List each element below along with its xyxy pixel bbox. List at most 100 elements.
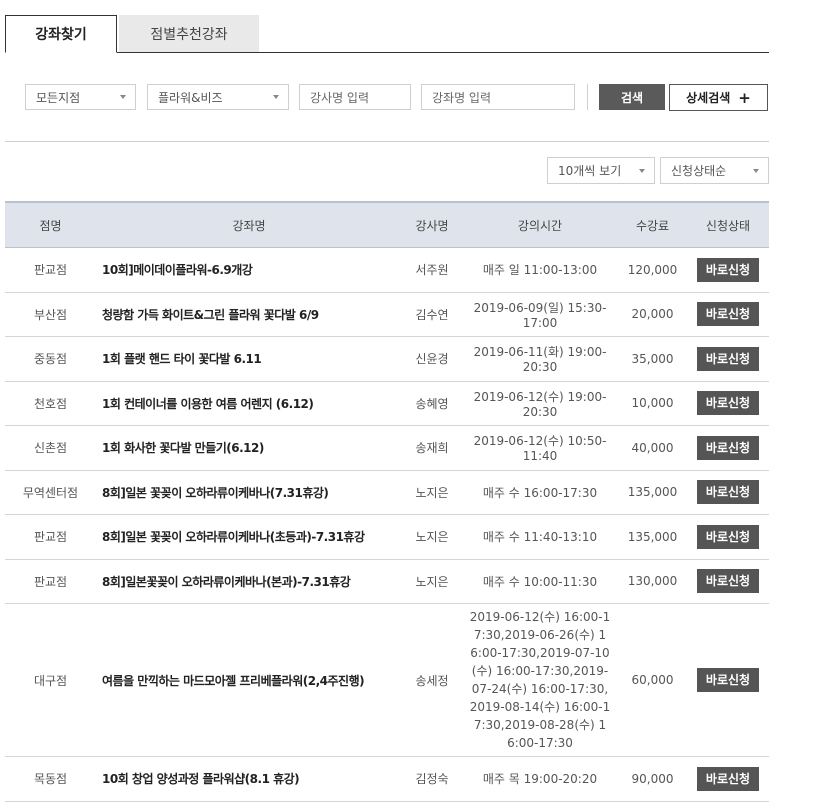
table-row: 판교점 8회]일본꽃꽂이 오하라류이케바나(본과)-7.31휴강 노지은 매주 … (5, 559, 769, 604)
course-table: 점명 강좌명 강사명 강의시간 수강료 신청상태 판교점 10회]메이데이플라워… (5, 201, 769, 802)
instructor-input-placeholder: 강사명 입력 (310, 90, 370, 105)
cell-fee: 90,000 (618, 756, 687, 802)
table-row: 신촌점 1회 화사한 꽃다발 만들기(6.12) 송재희 2019-06-12(… (5, 425, 769, 471)
tab-course-search[interactable]: 강좌찾기 (5, 15, 117, 53)
chevron-down-icon (273, 95, 279, 99)
course-title-link[interactable]: 8회]일본 꽃꽂이 오하라류이케바나(초등과)-7.31휴강 (96, 514, 402, 560)
cell-fee: 60,000 (618, 603, 687, 757)
course-input-placeholder: 강좌명 입력 (432, 90, 492, 105)
cell-fee: 120,000 (618, 247, 687, 293)
cell-fee: 130,000 (618, 559, 687, 604)
branch-select[interactable]: 모든지점 (25, 84, 136, 110)
cell-status: 바로신청 (687, 425, 769, 471)
cell-branch: 판교점 (5, 559, 96, 604)
chevron-down-icon (753, 169, 759, 173)
cell-instructor: 김정숙 (402, 756, 462, 802)
course-title-link[interactable]: 10회]메이데이플라워-6.9개강 (96, 247, 402, 293)
course-title-link[interactable]: 여름을 만끽하는 마드모아젤 프리베플라워(2,4주진행) (96, 603, 402, 757)
cell-time: 2019-06-11(화) 19:00-20:30 (462, 336, 618, 382)
chevron-down-icon (639, 169, 645, 173)
header-time: 강의시간 (462, 201, 618, 248)
cell-fee: 35,000 (618, 336, 687, 382)
cell-status: 바로신청 (687, 381, 769, 426)
search-button[interactable]: 검색 (599, 84, 665, 110)
cell-branch: 중동점 (5, 336, 96, 382)
course-title-link[interactable]: 8회]일본 꽃꽂이 오하라류이케바나(7.31휴강) (96, 470, 402, 515)
header-instructor: 강사명 (402, 201, 462, 248)
cell-fee: 135,000 (618, 470, 687, 515)
cell-branch: 판교점 (5, 247, 96, 293)
cell-status: 바로신청 (687, 514, 769, 560)
cell-status: 바로신청 (687, 470, 769, 515)
per-page-value: 10개씩 보기 (558, 164, 622, 178)
cell-time: 매주 일 11:00-13:00 (462, 247, 618, 293)
detail-search-button[interactable]: 상세검색 + (669, 84, 768, 111)
cell-time: 매주 수 11:40-13:10 (462, 514, 618, 560)
cell-fee: 135,000 (618, 514, 687, 560)
course-input[interactable]: 강좌명 입력 (421, 84, 575, 110)
cell-time: 2019-06-09(일) 15:30-17:00 (462, 292, 618, 337)
table-row: 무역센터점 8회]일본 꽃꽂이 오하라류이케바나(7.31휴강) 노지은 매주 … (5, 470, 769, 515)
cell-instructor: 신윤경 (402, 336, 462, 382)
divider (587, 84, 588, 110)
course-title-link[interactable]: 청량함 가득 화이트&그린 플라워 꽃다발 6/9 (96, 292, 402, 337)
cell-instructor: 서주원 (402, 247, 462, 293)
cell-fee: 20,000 (618, 292, 687, 337)
apply-button[interactable]: 바로신청 (697, 668, 759, 692)
instructor-input[interactable]: 강사명 입력 (299, 84, 411, 110)
cell-time: 매주 수 10:00-11:30 (462, 559, 618, 604)
course-title-link[interactable]: 10회 창업 양성과정 플라워샵(8.1 휴강) (96, 756, 402, 802)
detail-search-label: 상세검색 (686, 91, 731, 105)
per-page-select[interactable]: 10개씩 보기 (547, 157, 655, 184)
header-fee: 수강료 (618, 201, 687, 248)
cell-status: 바로신청 (687, 559, 769, 604)
course-title-link[interactable]: 1회 화사한 꽃다발 만들기(6.12) (96, 425, 402, 471)
category-select[interactable]: 플라워&비즈 (147, 84, 289, 110)
course-title-link[interactable]: 1회 컨테이너를 이용한 여름 어렌지 (6.12) (96, 381, 402, 426)
cell-time: 매주 목 19:00-20:20 (462, 756, 618, 802)
table-row: 판교점 8회]일본 꽃꽂이 오하라류이케바나(초등과)-7.31휴강 노지은 매… (5, 514, 769, 560)
sort-select[interactable]: 신청상태순 (660, 157, 769, 184)
course-title-link[interactable]: 1회 플랫 핸드 타이 꽃다발 6.11 (96, 336, 402, 382)
cell-instructor: 송세정 (402, 603, 462, 757)
apply-button[interactable]: 바로신청 (697, 569, 759, 594)
table-row: 중동점 1회 플랫 핸드 타이 꽃다발 6.11 신윤경 2019-06-11(… (5, 336, 769, 382)
apply-button[interactable]: 바로신청 (697, 391, 759, 416)
table-row: 판교점 10회]메이데이플라워-6.9개강 서주원 매주 일 11:00-13:… (5, 247, 769, 293)
cell-branch: 부산점 (5, 292, 96, 337)
table-row: 부산점 청량함 가득 화이트&그린 플라워 꽃다발 6/9 김수연 2019-0… (5, 292, 769, 337)
cell-instructor: 노지은 (402, 470, 462, 515)
tab-branch-recommended[interactable]: 점별추천강좌 (119, 15, 259, 52)
apply-button[interactable]: 바로신청 (697, 766, 759, 791)
cell-instructor: 노지은 (402, 559, 462, 604)
cell-status: 바로신청 (687, 247, 769, 293)
sort-value: 신청상태순 (671, 164, 727, 178)
course-title-link[interactable]: 8회]일본꽃꽂이 오하라류이케바나(본과)-7.31휴강 (96, 559, 402, 604)
table-row: 목동점 10회 창업 양성과정 플라워샵(8.1 휴강) 김정숙 매주 목 19… (5, 756, 769, 802)
cell-time: 2019-06-12(수) 16:00-17:30,2019-06-26(수) … (462, 603, 618, 757)
cell-fee: 40,000 (618, 425, 687, 471)
apply-button[interactable]: 바로신청 (697, 257, 759, 282)
apply-button[interactable]: 바로신청 (697, 346, 759, 371)
cell-time: 2019-06-12(수) 10:50-11:40 (462, 425, 618, 471)
apply-button[interactable]: 바로신청 (697, 480, 759, 505)
apply-button[interactable]: 바로신청 (697, 302, 759, 327)
header-branch: 점명 (5, 201, 96, 248)
cell-branch: 판교점 (5, 514, 96, 560)
table-header-row: 점명 강좌명 강사명 강의시간 수강료 신청상태 (5, 201, 769, 248)
cell-branch: 천호점 (5, 381, 96, 426)
tab-bar: 강좌찾기 점별추천강좌 (5, 15, 769, 53)
cell-branch: 목동점 (5, 756, 96, 802)
cell-status: 바로신청 (687, 756, 769, 802)
apply-button[interactable]: 바로신청 (697, 435, 759, 460)
cell-fee: 10,000 (618, 381, 687, 426)
cell-branch: 무역센터점 (5, 470, 96, 515)
cell-status: 바로신청 (687, 292, 769, 337)
cell-time: 2019-06-12(수) 19:00-20:30 (462, 381, 618, 426)
chevron-down-icon (120, 95, 126, 99)
apply-button[interactable]: 바로신청 (697, 524, 759, 549)
cell-instructor: 송재희 (402, 425, 462, 471)
branch-select-value: 모든지점 (36, 90, 81, 105)
cell-status: 바로신청 (687, 603, 769, 757)
table-row: 천호점 1회 컨테이너를 이용한 여름 어렌지 (6.12) 송혜영 2019-… (5, 381, 769, 426)
